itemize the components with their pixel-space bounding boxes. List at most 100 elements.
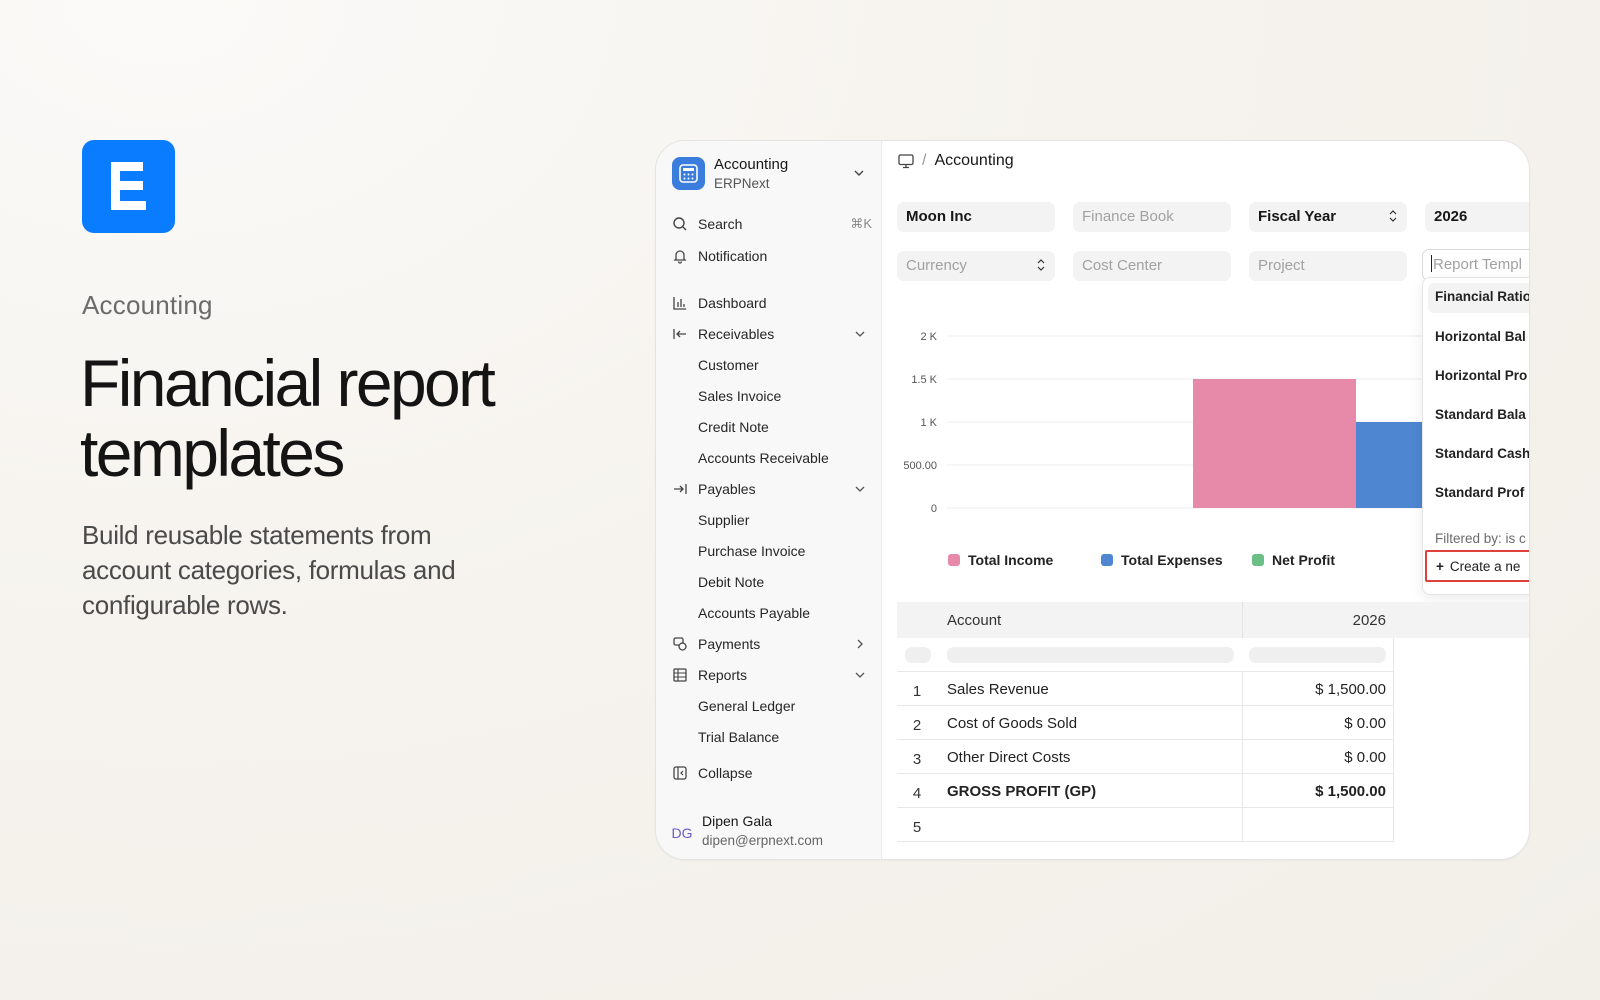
arrow-left-bar-icon xyxy=(672,326,694,342)
loading-row xyxy=(897,638,1394,672)
hero-title-line-2: templates xyxy=(80,416,345,490)
chevron-down-icon[interactable] xyxy=(854,328,866,340)
sidebar-collapse[interactable]: Collapse xyxy=(672,760,872,786)
table-row[interactable]: 3 Other Direct Costs $ 0.00 xyxy=(897,740,1394,774)
sidebar-item-dashboard[interactable]: Dashboard xyxy=(672,290,872,316)
sidebar-item-accounts-payable[interactable]: Accounts Payable xyxy=(672,600,872,626)
dropdown-option[interactable]: Horizontal Pro xyxy=(1435,368,1527,383)
sidebar-collapse-label: Collapse xyxy=(698,765,753,781)
legend-label: Total Expenses xyxy=(1121,552,1223,568)
table-row[interactable]: 2 Cost of Goods Sold $ 0.00 xyxy=(897,706,1394,740)
report-template-dropdown: Financial Ratio Horizontal Bal Horizonta… xyxy=(1422,277,1529,595)
user-menu[interactable]: DG Dipen Gala dipen@erpnext.com xyxy=(668,813,868,857)
legend-swatch xyxy=(1101,554,1113,566)
sidebar-item-label: Payments xyxy=(698,636,761,652)
row-value: $ 1,500.00 xyxy=(1242,672,1394,705)
dropdown-option[interactable]: Standard Prof xyxy=(1435,485,1524,500)
sidebar-item-customer[interactable]: Customer xyxy=(672,352,872,378)
row-value: $ 1,500.00 xyxy=(1242,774,1394,807)
legend-swatch xyxy=(1252,554,1264,566)
sidebar-item-label: Reports xyxy=(698,667,748,683)
avatar: DG xyxy=(671,825,693,841)
sidebar-notification-label: Notification xyxy=(698,248,768,264)
sidebar-item-payments[interactable]: Payments xyxy=(672,631,872,657)
chevron-down-icon[interactable] xyxy=(854,483,866,495)
row-number: 2 xyxy=(912,717,922,734)
report-table-header: Account 2026 xyxy=(897,602,1529,638)
sidebar-item-trial-balance[interactable]: Trial Balance xyxy=(672,724,872,750)
chevron-down-icon[interactable] xyxy=(854,669,866,681)
user-email: dipen@erpnext.com xyxy=(702,833,824,848)
bar-total-expenses[interactable] xyxy=(1356,422,1422,508)
plus-icon: + xyxy=(1436,559,1444,574)
bar-total-income[interactable] xyxy=(1193,379,1356,508)
row-account: Other Direct Costs xyxy=(947,749,1071,766)
text-caret xyxy=(1431,255,1432,272)
sidebar-item-label: Accounts Receivable xyxy=(698,450,829,466)
calculator-icon xyxy=(672,157,705,190)
y-tick-label: 500.00 xyxy=(903,460,937,472)
chevron-right-icon[interactable] xyxy=(854,638,866,650)
erpnext-logo xyxy=(82,140,175,233)
sidebar-item-payables[interactable]: Payables xyxy=(672,476,872,502)
sidebar-item-purchase-invoice[interactable]: Purchase Invoice xyxy=(672,538,872,564)
sidebar-item-supplier[interactable]: Supplier xyxy=(672,507,872,533)
app-switcher[interactable]: Accounting ERPNext xyxy=(672,155,872,195)
y-tick-label: 1.5 K xyxy=(911,374,937,386)
column-header-year[interactable]: 2026 xyxy=(1242,602,1394,638)
sidebar-item-reports[interactable]: Reports xyxy=(672,662,872,688)
bell-icon xyxy=(672,248,694,264)
letter-e-icon xyxy=(111,162,146,210)
sidebar-item-receivables[interactable]: Receivables xyxy=(672,321,872,347)
sidebar-item-label: Dashboard xyxy=(698,295,767,311)
legend-item-total-expenses[interactable]: Total Expenses xyxy=(1101,552,1223,568)
sidebar-item-label: Debit Note xyxy=(698,574,765,590)
table-row[interactable]: 4 GROSS PROFIT (GP) $ 1,500.00 xyxy=(897,774,1394,808)
create-new-template-button[interactable]: + Create a ne xyxy=(1425,550,1529,582)
table-icon xyxy=(672,667,694,683)
coins-icon xyxy=(672,636,694,652)
sidebar-item-general-ledger[interactable]: General Ledger xyxy=(672,693,872,719)
row-value: $ 0.00 xyxy=(1242,706,1394,739)
row-account: Sales Revenue xyxy=(947,681,1049,698)
sidebar-item-label: Receivables xyxy=(698,326,775,342)
sidebar-notification[interactable]: Notification xyxy=(672,243,872,269)
year-field[interactable]: 2026 xyxy=(1425,202,1529,232)
hero-title: Financial report templates xyxy=(80,348,600,488)
report-template-placeholder: Report Templ xyxy=(1433,256,1522,273)
y-tick-label: 1 K xyxy=(920,417,937,429)
hero-title-line-1: Financial report xyxy=(80,346,496,420)
chevron-down-icon xyxy=(854,170,864,176)
sidebar-item-label: Credit Note xyxy=(698,419,769,435)
sidebar-item-sales-invoice[interactable]: Sales Invoice xyxy=(672,383,872,409)
sidebar-search-label: Search xyxy=(698,216,743,232)
bar-chart-icon xyxy=(672,295,694,311)
sidebar-item-accounts-receivable[interactable]: Accounts Receivable xyxy=(672,445,872,471)
sidebar-item-label: Purchase Invoice xyxy=(698,543,806,559)
row-value xyxy=(1242,808,1394,841)
app-subtitle: ERPNext xyxy=(714,176,770,191)
sidebar-item-label: Accounts Payable xyxy=(698,605,811,621)
legend-item-net-profit[interactable]: Net Profit xyxy=(1252,552,1335,568)
skeleton-block xyxy=(1249,647,1386,663)
row-number: 4 xyxy=(912,785,922,802)
table-row[interactable]: 1 Sales Revenue $ 1,500.00 xyxy=(897,672,1394,706)
hero-subtitle: Build reusable statements from account c… xyxy=(82,520,456,620)
eyebrow-label: Accounting xyxy=(82,290,213,320)
sidebar-search[interactable]: Search ⌘K xyxy=(672,211,872,237)
row-number: 1 xyxy=(912,683,922,700)
legend-label: Total Income xyxy=(968,552,1054,568)
skeleton-block xyxy=(905,647,931,663)
sidebar-collapse-icon xyxy=(672,765,694,781)
dropdown-option[interactable]: Standard Cash xyxy=(1435,446,1529,461)
dropdown-option[interactable]: Standard Bala xyxy=(1435,407,1526,422)
table-row[interactable]: 5 xyxy=(897,808,1394,842)
sidebar-item-debit-note[interactable]: Debit Note xyxy=(672,569,872,595)
legend-item-total-income[interactable]: Total Income xyxy=(948,552,1053,568)
dropdown-option[interactable]: Horizontal Bal xyxy=(1435,329,1526,344)
dropdown-option[interactable]: Financial Ratio xyxy=(1428,283,1529,313)
column-header-account[interactable]: Account xyxy=(947,612,1001,629)
sidebar-item-label: Trial Balance xyxy=(698,729,780,745)
sidebar-item-credit-note[interactable]: Credit Note xyxy=(672,414,872,440)
legend-swatch xyxy=(948,554,960,566)
